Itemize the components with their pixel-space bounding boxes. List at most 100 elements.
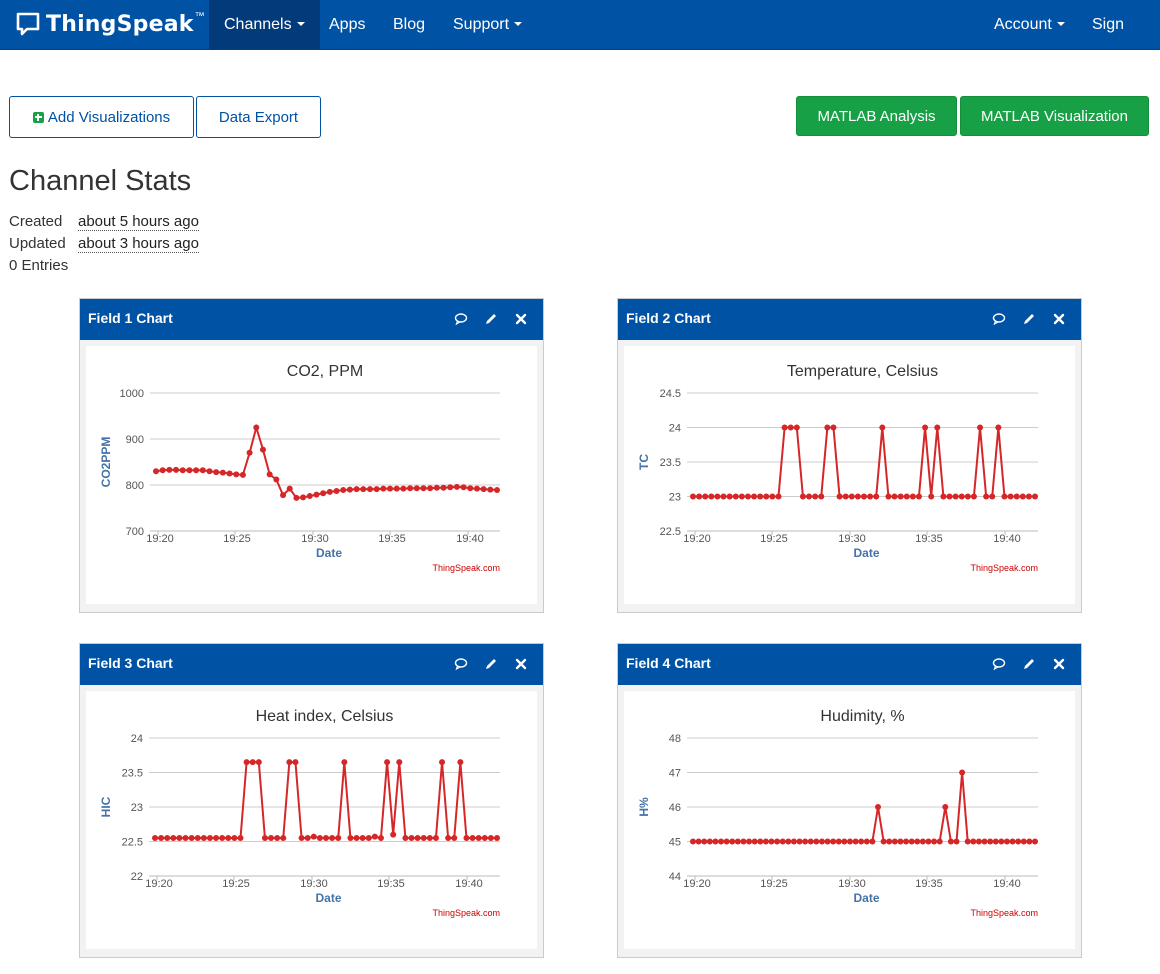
matlab-analysis-button[interactable]: MATLAB Analysis xyxy=(796,96,957,136)
pencil-edit-icon[interactable] xyxy=(484,312,498,326)
data-point xyxy=(152,835,158,842)
close-icon[interactable] xyxy=(1052,657,1066,671)
data-point xyxy=(158,835,165,842)
data-point xyxy=(420,485,427,492)
chart-area: Heat index, Celsius 22 22.5 23 23.5 24 19:20 19… xyxy=(86,691,537,949)
y-tick-label: 22.5 xyxy=(122,837,143,849)
chart-panel-header: Field 1 Chart xyxy=(80,299,543,340)
line-chart: Hudimity, % 44 45 46 47 48 19:20 19:25 19:30 19:3… xyxy=(637,708,1038,918)
data-point xyxy=(286,759,293,766)
nav-channels[interactable]: Channels xyxy=(209,0,320,49)
close-icon[interactable] xyxy=(1052,312,1066,326)
data-point xyxy=(690,838,696,845)
chart-panel: Field 2 Chart Temperature, Celsius 22.5 23… xyxy=(617,298,1082,613)
comment-icon[interactable] xyxy=(454,312,468,326)
data-point xyxy=(846,838,853,845)
data-export-button[interactable]: Data Export xyxy=(196,96,321,138)
data-point xyxy=(867,493,874,500)
series-line xyxy=(155,761,497,840)
y-tick-label: 1000 xyxy=(120,388,144,400)
data-point xyxy=(451,835,458,842)
comment-icon[interactable] xyxy=(454,657,468,671)
data-point xyxy=(243,759,250,766)
caret-down-icon xyxy=(296,21,305,26)
add-visualizations-button[interactable]: Add Visualizations xyxy=(9,96,194,138)
x-tick-label: 19:35 xyxy=(915,533,943,545)
nav-support[interactable]: Support xyxy=(438,0,537,49)
x-tick-label: 19:20 xyxy=(683,533,711,545)
data-point xyxy=(886,838,893,845)
y-axis-label: HIC xyxy=(99,796,113,817)
y-axis-label: CO2PPM xyxy=(99,437,113,488)
updated-label: Updated xyxy=(9,235,66,252)
y-tick-label: 24 xyxy=(131,733,143,745)
comment-icon[interactable] xyxy=(992,657,1006,671)
data-point xyxy=(353,486,360,493)
data-point xyxy=(875,804,882,810)
matlab-analysis-label: MATLAB Analysis xyxy=(817,107,936,125)
y-tick-label: 23 xyxy=(669,492,681,504)
created-value: about 5 hours ago xyxy=(78,213,199,231)
data-point xyxy=(280,492,287,499)
chart-panel-title: Field 2 Chart xyxy=(626,310,711,326)
y-tick-label: 46 xyxy=(669,802,681,814)
data-point xyxy=(729,838,736,845)
data-point xyxy=(400,485,407,492)
nav-sign-out[interactable]: Sign Out xyxy=(1077,0,1160,82)
close-icon[interactable] xyxy=(514,312,528,326)
data-point xyxy=(188,835,195,842)
y-tick-label: 47 xyxy=(669,768,681,780)
data-point xyxy=(447,484,454,491)
data-point xyxy=(858,838,865,845)
data-point xyxy=(891,838,898,845)
data-point xyxy=(200,835,207,842)
data-point xyxy=(1003,838,1010,845)
data-point xyxy=(268,835,275,842)
data-point xyxy=(480,486,487,493)
pencil-edit-icon[interactable] xyxy=(484,657,498,671)
data-point xyxy=(239,471,246,478)
data-point xyxy=(863,838,870,845)
data-point xyxy=(164,835,171,842)
data-point xyxy=(407,485,414,492)
nav-apps[interactable]: Apps xyxy=(314,0,380,49)
data-point xyxy=(469,835,476,842)
data-point xyxy=(387,485,394,492)
chart-panel: Field 3 Chart Heat index, Celsius 22 22.5 2… xyxy=(79,643,544,958)
data-point xyxy=(413,485,420,492)
data-point xyxy=(779,838,786,845)
data-point xyxy=(919,838,926,845)
data-point xyxy=(861,493,867,500)
nav-account[interactable]: Account xyxy=(979,0,1080,49)
caret-down-icon xyxy=(1056,21,1065,26)
data-point xyxy=(785,838,792,845)
data-point xyxy=(293,494,300,501)
data-point xyxy=(213,835,220,842)
nav-blog[interactable]: Blog xyxy=(378,0,440,49)
data-point xyxy=(193,467,200,474)
data-point xyxy=(1007,493,1014,500)
x-tick-label: 19:25 xyxy=(223,533,251,545)
matlab-visualization-button[interactable]: MATLAB Visualization xyxy=(960,96,1149,136)
pencil-edit-icon[interactable] xyxy=(1022,312,1036,326)
data-point xyxy=(1009,838,1016,845)
y-tick-label: 23.5 xyxy=(660,457,681,469)
x-tick-label: 19:30 xyxy=(300,878,328,890)
data-point xyxy=(763,493,770,500)
brand-logo-link[interactable]: ThingSpeak ™ xyxy=(16,9,205,39)
data-point xyxy=(219,835,226,842)
data-point xyxy=(903,838,910,845)
x-tick-label: 19:25 xyxy=(760,878,788,890)
pencil-edit-icon[interactable] xyxy=(1022,657,1036,671)
data-point xyxy=(964,493,971,500)
data-point xyxy=(702,493,709,500)
data-point xyxy=(922,424,929,431)
x-axis-label: Date xyxy=(853,546,879,560)
data-point xyxy=(726,493,733,500)
data-point xyxy=(346,486,353,493)
data-point xyxy=(457,759,464,766)
close-icon[interactable] xyxy=(514,657,528,671)
comment-icon[interactable] xyxy=(992,312,1006,326)
data-point xyxy=(166,466,173,473)
data-point xyxy=(690,493,696,500)
